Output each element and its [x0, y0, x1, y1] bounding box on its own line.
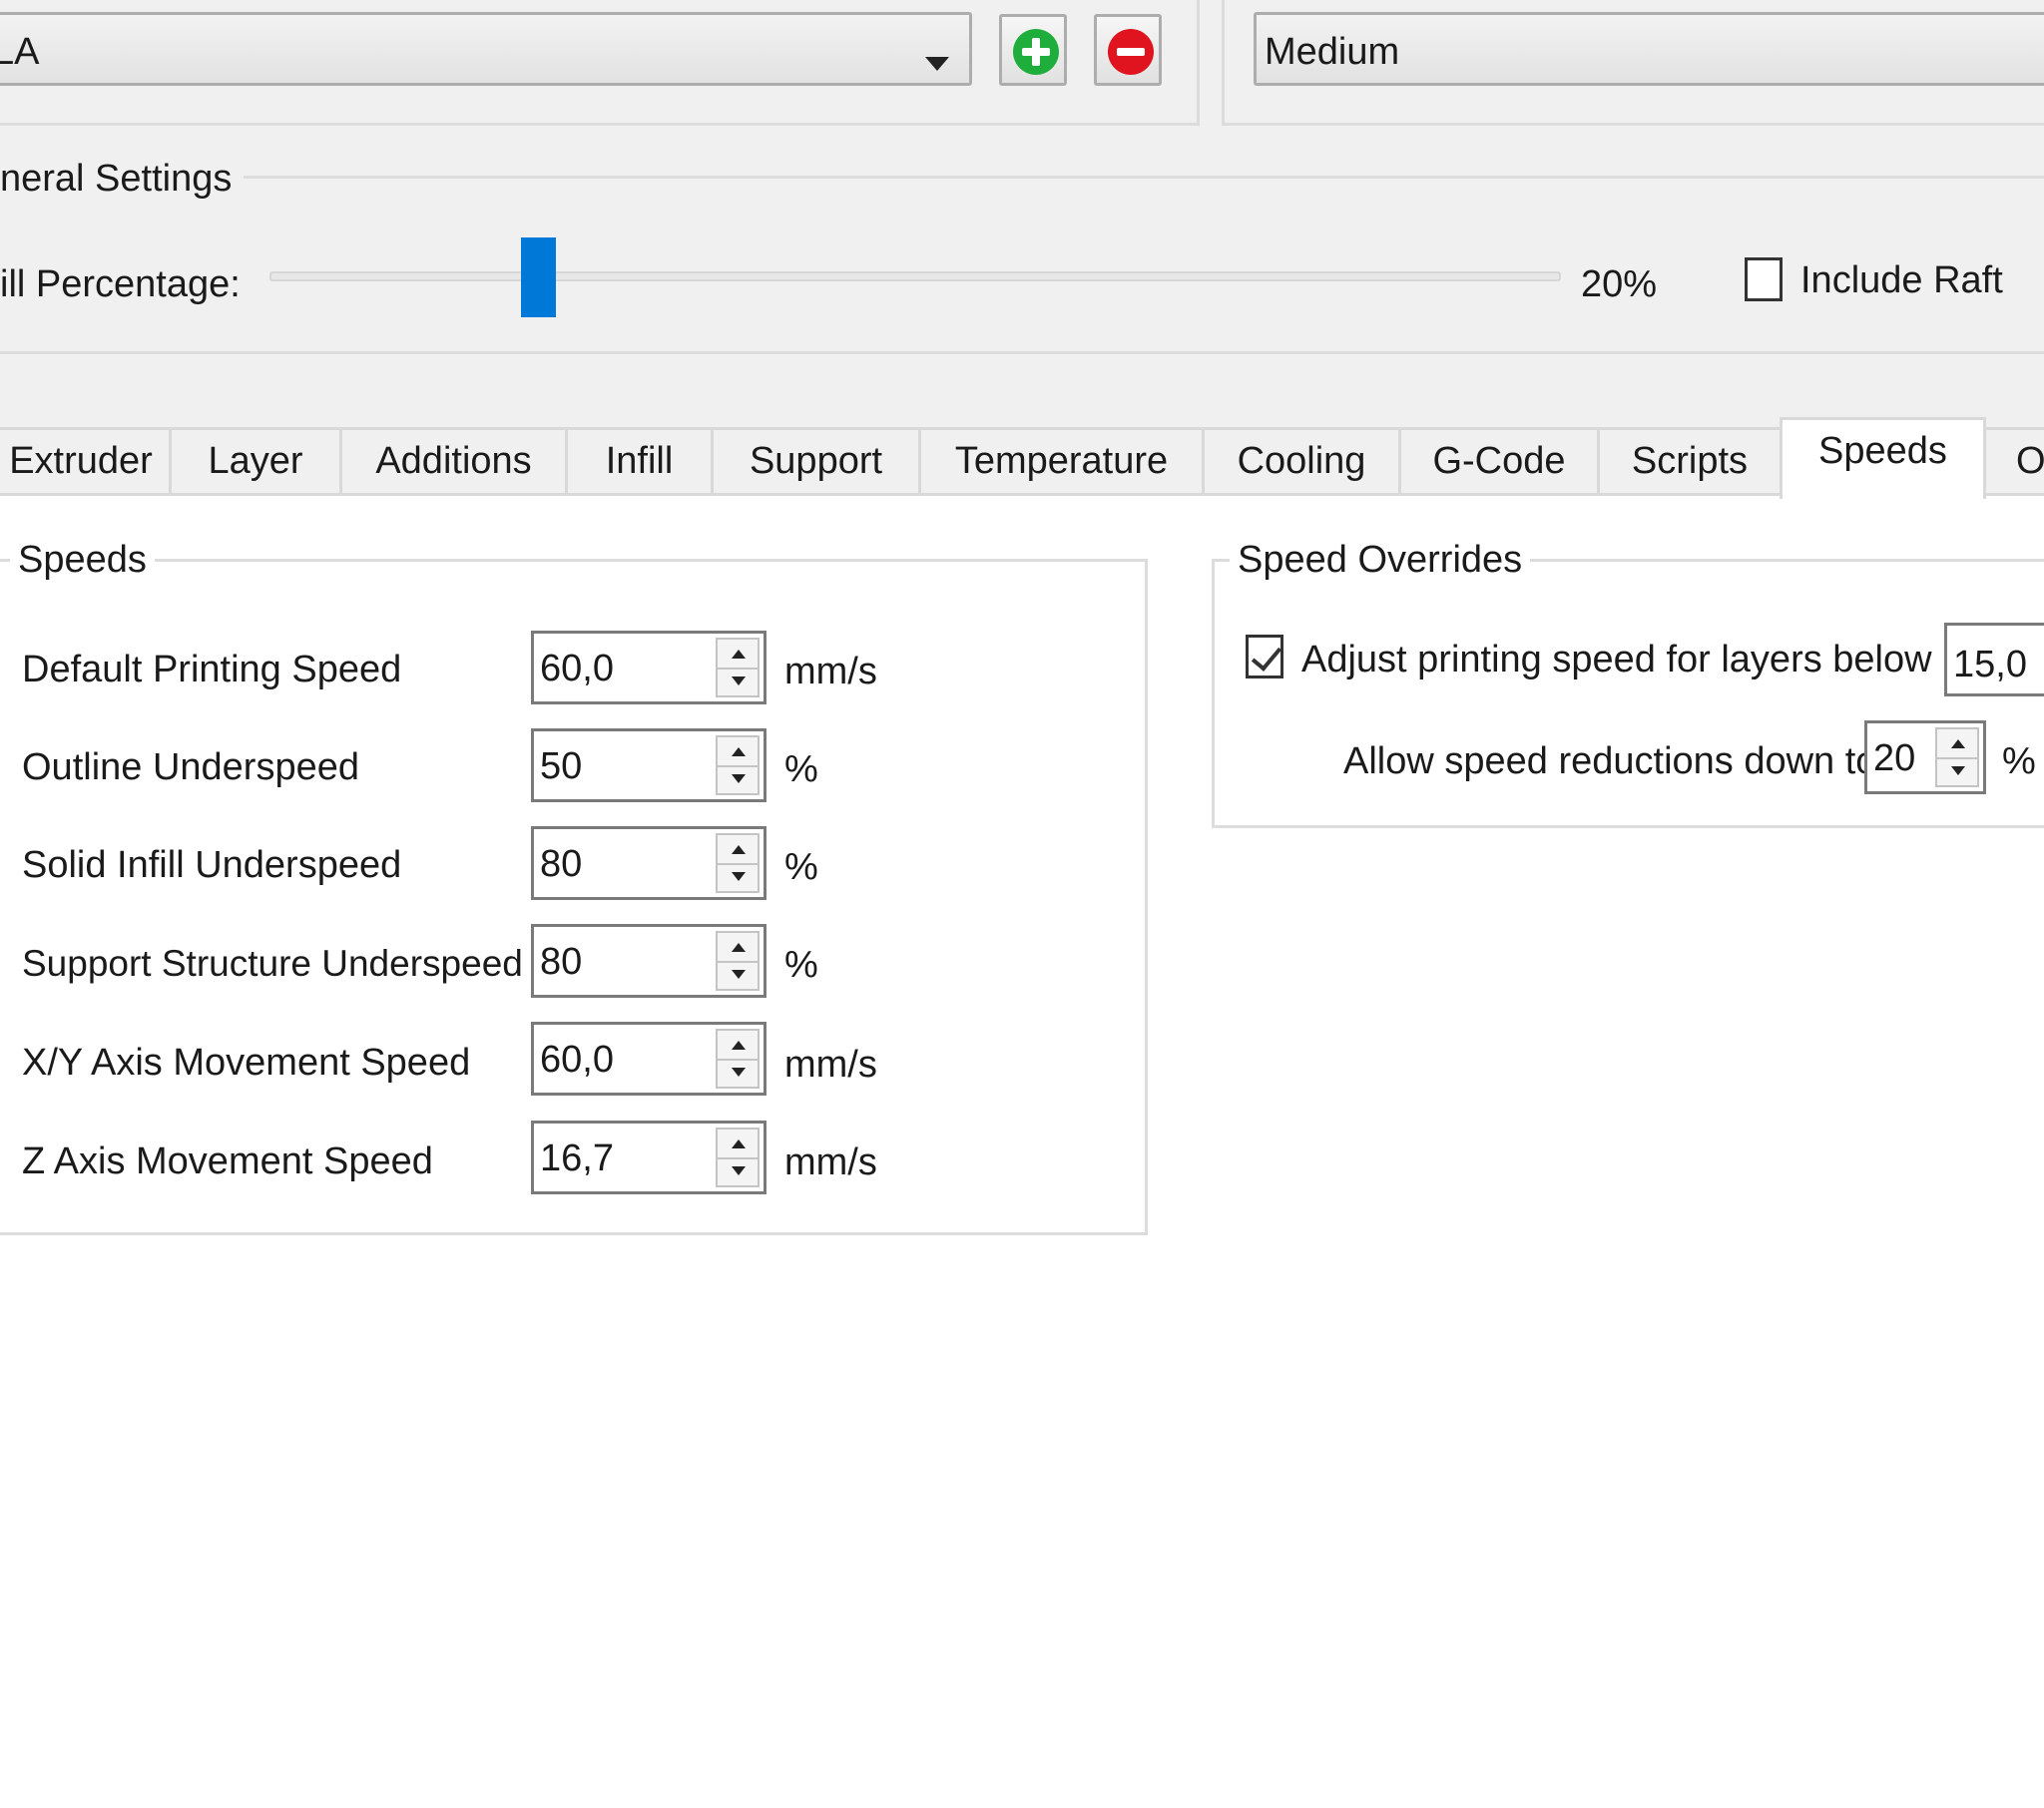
outline-underspeed-value: 50 [540, 745, 583, 787]
default-printing-speed-label: Default Printing Speed [22, 649, 402, 690]
tab-infill[interactable]: Infill [565, 427, 714, 495]
adjust-speed-layers-spinbox[interactable]: 15,0 [1944, 623, 2044, 696]
xy-axis-movement-speed-label: X/Y Axis Movement Speed [22, 1042, 471, 1084]
adjust-speed-layers-value: 15,0 [1953, 644, 2027, 685]
spin-up-icon[interactable] [732, 747, 746, 756]
infill-slider-track[interactable] [269, 271, 1561, 281]
z-axis-movement-speed-spinbox[interactable]: 16,7 [531, 1121, 766, 1194]
xy-axis-movement-speed-unit: mm/s [784, 1044, 877, 1086]
speeds-group-title: Speeds [10, 541, 155, 579]
allow-speed-reductions-unit: % [2002, 740, 2036, 782]
z-axis-movement-speed-unit: mm/s [784, 1141, 877, 1183]
default-printing-speed-spinbox[interactable]: 60,0 [531, 631, 766, 704]
tab-speeds[interactable]: Speeds [1780, 417, 1986, 499]
xy-axis-movement-speed-value: 60,0 [540, 1039, 614, 1081]
spin-up-icon[interactable] [732, 845, 746, 854]
tab-additions[interactable]: Additions [339, 427, 568, 495]
general-settings-title: neral Settings [0, 160, 245, 198]
checkmark-icon [1251, 640, 1282, 672]
add-circle-icon [1013, 29, 1059, 75]
spin-buttons[interactable] [716, 638, 760, 697]
tab-extruder[interactable]: Extruder [0, 427, 172, 495]
default-printing-speed-value: 60,0 [540, 648, 614, 689]
solid-infill-underspeed-value: 80 [540, 843, 583, 885]
spin-up-icon[interactable] [732, 650, 746, 659]
xy-axis-movement-speed-spinbox[interactable]: 60,0 [531, 1022, 766, 1096]
spin-down-icon[interactable] [732, 1068, 746, 1077]
z-axis-movement-speed-value: 16,7 [540, 1137, 614, 1179]
spin-down-icon[interactable] [732, 677, 746, 685]
remove-material-button[interactable] [1094, 14, 1162, 86]
infill-percentage-value: 20% [1581, 263, 1658, 305]
allow-speed-reductions-spinbox[interactable]: 20 [1864, 720, 1986, 794]
spin-up-icon[interactable] [732, 1041, 746, 1050]
adjust-speed-label[interactable]: Adjust printing speed for layers below [1301, 641, 1932, 678]
solid-infill-underspeed-spinbox[interactable]: 80 [531, 826, 766, 900]
spin-buttons[interactable] [716, 735, 760, 795]
material-dropdown-value: LA [0, 31, 40, 73]
remove-circle-icon [1108, 29, 1154, 75]
allow-speed-reductions-label: Allow speed reductions down to [1343, 740, 1877, 782]
support-structure-underspeed-value: 80 [540, 941, 583, 983]
general-settings-bottom-line [0, 351, 2044, 354]
speed-overrides-group-title: Speed Overrides [1230, 541, 1531, 579]
tab-scripts[interactable]: Scripts [1597, 427, 1783, 495]
spin-down-icon[interactable] [732, 970, 746, 979]
spin-down-icon[interactable] [732, 774, 746, 783]
spin-buttons[interactable] [716, 1128, 760, 1187]
quality-dropdown-value: Medium [1265, 31, 1400, 73]
material-dropdown[interactable]: LA [0, 12, 972, 86]
solid-infill-underspeed-unit: % [784, 846, 818, 888]
outline-underspeed-spinbox[interactable]: 50 [531, 728, 766, 802]
tab-temperature[interactable]: Temperature [918, 427, 1205, 495]
quality-dropdown[interactable]: Medium [1254, 12, 2044, 86]
solid-infill-underspeed-label: Solid Infill Underspeed [22, 844, 402, 886]
spin-buttons[interactable] [716, 833, 760, 893]
spin-down-icon[interactable] [732, 872, 746, 881]
allow-speed-reductions-value: 20 [1873, 737, 1916, 779]
spin-up-icon[interactable] [732, 943, 746, 952]
spin-buttons[interactable] [716, 1029, 760, 1089]
support-structure-underspeed-spinbox[interactable]: 80 [531, 924, 766, 998]
adjust-speed-checkbox[interactable] [1246, 635, 1283, 678]
z-axis-movement-speed-label: Z Axis Movement Speed [22, 1140, 433, 1182]
outline-underspeed-unit: % [784, 748, 818, 790]
tab-gcode[interactable]: G-Code [1398, 427, 1600, 495]
tab-layer[interactable]: Layer [169, 427, 342, 495]
general-settings-frame-line [0, 176, 2044, 179]
tab-support[interactable]: Support [711, 427, 921, 495]
spin-up-icon[interactable] [1951, 739, 1965, 748]
infill-slider-thumb[interactable] [521, 237, 556, 317]
outline-underspeed-label: Outline Underspeed [22, 746, 359, 788]
spin-down-icon[interactable] [732, 1166, 746, 1175]
spin-buttons[interactable] [716, 931, 760, 991]
support-structure-underspeed-label: Support Structure Underspeed [22, 943, 523, 984]
tab-cooling[interactable]: Cooling [1202, 427, 1401, 495]
include-raft-label[interactable]: Include Raft [1800, 261, 2003, 299]
dropdown-arrow-icon [925, 57, 949, 71]
include-raft-checkbox[interactable] [1745, 257, 1783, 301]
infill-percentage-label: ill Percentage: [0, 263, 241, 305]
default-printing-speed-unit: mm/s [784, 651, 877, 692]
spin-buttons[interactable] [1935, 727, 1979, 787]
spin-down-icon[interactable] [1951, 766, 1965, 775]
add-material-button[interactable] [999, 14, 1067, 86]
support-structure-underspeed-unit: % [784, 944, 818, 986]
spin-up-icon[interactable] [732, 1139, 746, 1148]
tab-overflow[interactable]: O [1983, 427, 2044, 495]
